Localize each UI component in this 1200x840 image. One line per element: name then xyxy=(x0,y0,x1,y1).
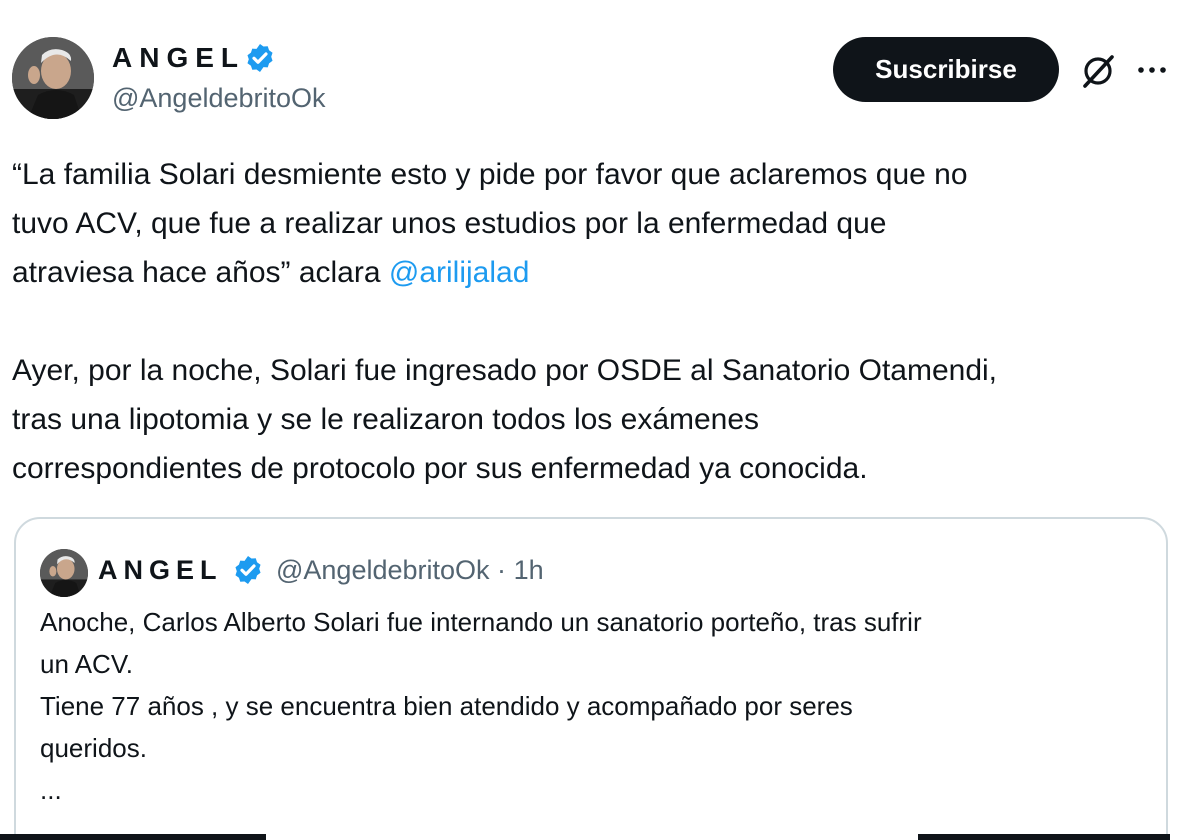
quoted-line: un ACV. xyxy=(40,649,134,679)
quoted-author-name[interactable]: ANGEL xyxy=(98,553,223,587)
tweet-line: tras una lipotomia y se le realizaron to… xyxy=(12,403,760,436)
tweet-line: tuvo ACV, que fue a realizar unos estudi… xyxy=(12,207,887,240)
verified-badge-icon xyxy=(247,44,273,72)
quoted-tweet-card[interactable]: ANGEL @AngeldebritoOk · 1h Anoche, Carlo… xyxy=(14,517,1168,840)
tweet-line: atraviesa hace años” aclara @arilijalad xyxy=(12,248,1192,297)
avatar-photo-icon xyxy=(12,37,94,119)
grok-icon[interactable] xyxy=(1079,52,1117,90)
quoted-timestamp[interactable]: 1h xyxy=(514,555,544,585)
tweet-page: ANGEL @AngeldebritoOk Suscribirse “La fa… xyxy=(0,0,1200,840)
author-avatar[interactable] xyxy=(12,37,94,119)
tweet-line: correspondientes de protocolo por sus en… xyxy=(12,452,868,485)
quoted-author-avatar[interactable] xyxy=(40,549,88,597)
media-preview-edge xyxy=(0,834,266,840)
more-dots-icon[interactable] xyxy=(1136,58,1168,82)
verified-badge-icon xyxy=(235,556,261,584)
author-name[interactable]: ANGEL xyxy=(112,40,245,76)
quoted-author-handle[interactable]: @AngeldebritoOk xyxy=(276,555,490,585)
quoted-tweet-text: Anoche, Carlos Alberto Solari fue intern… xyxy=(40,601,1150,811)
tweet-line: “La familia Solari desmiente esto y pide… xyxy=(12,158,968,191)
subscribe-button[interactable]: Suscribirse xyxy=(833,37,1059,102)
author-handle[interactable]: @AngeldebritoOk xyxy=(112,82,326,114)
mention-link[interactable]: @arilijalad xyxy=(389,256,530,289)
quoted-meta: @AngeldebritoOk · 1h xyxy=(276,553,544,587)
avatar-photo-icon xyxy=(40,549,88,597)
quoted-line: Tiene 77 años , y se encuentra bien aten… xyxy=(40,691,853,721)
quoted-line: Anoche, Carlos Alberto Solari fue intern… xyxy=(40,607,922,637)
quoted-line: queridos. xyxy=(40,733,147,763)
meta-separator: · xyxy=(497,555,507,585)
media-preview-edge xyxy=(918,834,1170,840)
quoted-line: ... xyxy=(40,775,62,805)
tweet-line-text: atraviesa hace años” aclara xyxy=(12,256,389,289)
tweet-text: “La familia Solari desmiente esto y pide… xyxy=(12,150,1192,493)
tweet-line: Ayer, por la noche, Solari fue ingresado… xyxy=(12,354,998,387)
